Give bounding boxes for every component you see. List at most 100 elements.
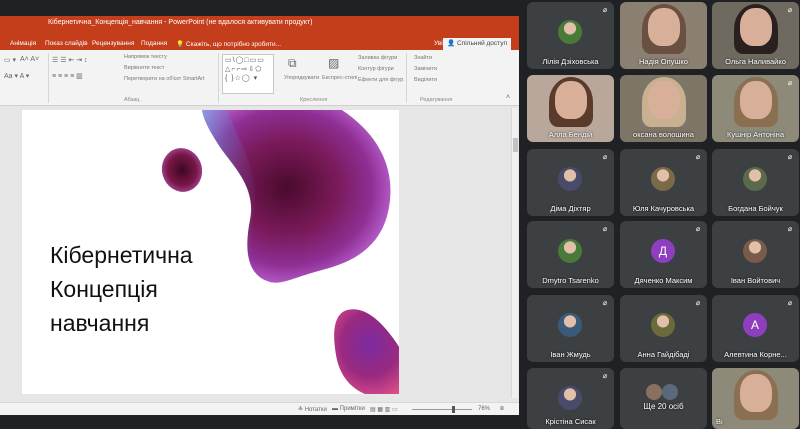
arrange-icon[interactable]: ⧉ bbox=[288, 56, 297, 71]
text-direction-button[interactable]: Напрямок тексту bbox=[124, 54, 167, 60]
mic-off-icon: ⌀ bbox=[787, 80, 793, 87]
status-bar: ≜ Нотатки ▬ Примітки ▤ ▦ ▥ ▭ 76% ⧈ bbox=[0, 402, 519, 415]
shape-effects-button[interactable]: Ефекти для фігур bbox=[358, 77, 403, 83]
mic-off-icon: ⌀ bbox=[695, 154, 701, 161]
participant-tile[interactable]: ⌀ Діма Діхтяр bbox=[527, 149, 614, 216]
participant-name: оксана волошина bbox=[633, 130, 694, 139]
tab-view[interactable]: Подання bbox=[141, 40, 167, 47]
screen: Кібернетична_Концепція_навчання - PowerP… bbox=[0, 0, 800, 429]
participant-tile[interactable]: оксана волошина bbox=[620, 75, 707, 142]
participant-tile[interactable]: Ще 20 осіб bbox=[620, 368, 707, 429]
bullets-icon[interactable]: ☰ ☰ ⇤ ⇥ ↕ bbox=[52, 56, 88, 64]
avatar bbox=[558, 313, 582, 337]
lightbulb-icon: 💡 bbox=[176, 41, 185, 48]
convert-smartart-button[interactable]: Перетворити на об'єкт SmartArt bbox=[124, 76, 205, 82]
participant-tile[interactable]: Алла Бендій bbox=[527, 75, 614, 142]
participant-tile[interactable]: ⌀ Ольга Наливайко bbox=[712, 2, 799, 69]
font-grow-icon[interactable]: A˄ A˅ bbox=[20, 56, 39, 63]
participant-tile[interactable]: Надія Опушко bbox=[620, 2, 707, 69]
participant-tile[interactable]: ⌀ Анна Гайдібаді bbox=[620, 295, 707, 362]
avatar bbox=[558, 167, 582, 191]
zoom-level[interactable]: 76% bbox=[478, 406, 490, 412]
participant-name: Іван Войтович bbox=[730, 276, 781, 285]
zoom-slider[interactable] bbox=[412, 406, 472, 413]
notes-label: Нотатки bbox=[304, 407, 327, 413]
avatar bbox=[743, 167, 767, 191]
participant-name: Кушнір Антоніна bbox=[727, 130, 784, 139]
avatar-letter: А bbox=[743, 313, 767, 337]
avatar-letter: Д bbox=[651, 239, 675, 263]
participant-name: Діма Діхтяр bbox=[550, 204, 591, 213]
mic-off-icon: ⌀ bbox=[787, 226, 793, 233]
replace-button[interactable]: Замінити bbox=[414, 66, 437, 72]
quick-styles-icon[interactable]: ▨ bbox=[328, 56, 339, 70]
avatar bbox=[651, 313, 675, 337]
participant-face bbox=[740, 374, 772, 412]
view-normal-icon[interactable]: ▤ ▦ ▥ ▭ bbox=[370, 406, 398, 413]
font-size-box[interactable]: ▭ ▾ bbox=[4, 56, 16, 64]
quick-styles-button[interactable]: Експрес-стилі bbox=[322, 75, 357, 81]
avatar bbox=[743, 239, 767, 263]
mic-off-icon: ⌀ bbox=[787, 7, 793, 14]
mic-off-icon: ⌀ bbox=[602, 373, 608, 380]
avatar bbox=[558, 20, 582, 44]
person-icon: 👤 bbox=[447, 40, 456, 47]
participant-tile[interactable]: ⌀ Юля Качуровська bbox=[620, 149, 707, 216]
participant-face bbox=[740, 81, 772, 119]
participant-face bbox=[648, 81, 680, 119]
participant-name: Дяченко Максим bbox=[634, 276, 693, 285]
participant-name: Іван Жмудь bbox=[550, 350, 591, 359]
window-title: Кібернетична_Концепція_навчання - PowerP… bbox=[48, 19, 313, 26]
collapse-ribbon-icon[interactable]: ˄ bbox=[506, 94, 510, 101]
participant-name: Ольга Наливайко bbox=[725, 57, 786, 66]
align-icons[interactable]: ≡ ≡ ≡ ≡ ▥ bbox=[52, 72, 83, 80]
participant-tile[interactable]: Д ⌀ Дяченко Максим bbox=[620, 221, 707, 288]
participant-tile[interactable]: ⌀ Богдана Бойчук bbox=[712, 149, 799, 216]
participant-tile[interactable]: ⌀ Dmytro Tsarenko bbox=[527, 221, 614, 288]
notes-button[interactable]: ≜ Нотатки bbox=[298, 406, 327, 413]
participant-tile[interactable]: ⌀ Лілія Дзіховська bbox=[527, 2, 614, 69]
mic-off-icon: ⌀ bbox=[695, 300, 701, 307]
participant-name: Dmytro Tsarenko bbox=[542, 276, 599, 285]
avatar bbox=[558, 386, 582, 410]
avatar bbox=[558, 239, 582, 263]
slide-canvas[interactable]: Кібернетична Концепція навчання bbox=[22, 110, 399, 394]
tab-review[interactable]: Рецензування bbox=[92, 40, 134, 47]
ribbon: ▭ ▾ A˄ A˅ Aa ▾ A ▾ ☰ ☰ ⇤ ⇥ ↕ ≡ ≡ ≡ ≡ ▥ Н… bbox=[0, 50, 519, 106]
comments-button[interactable]: ▬ Примітки bbox=[332, 406, 365, 412]
participant-name: Юля Качуровська bbox=[632, 204, 695, 213]
editing-group-label: Редагування bbox=[420, 97, 453, 103]
select-button[interactable]: Виділити bbox=[414, 77, 437, 83]
tab-slideshow[interactable]: Показ слайдів bbox=[45, 40, 88, 47]
shapes-gallery[interactable]: ▭\◯□▭▭ △⌐⌐⇨⇩⬠{ }☆◯ ▾ bbox=[222, 54, 274, 94]
align-text-button[interactable]: Вирівняти текст bbox=[124, 65, 164, 71]
participant-tile[interactable]: ⌀ Іван Войтович bbox=[712, 221, 799, 288]
participant-tile[interactable]: ⌀ Іван Жмудь bbox=[527, 295, 614, 362]
arrange-button[interactable]: Упорядкувати bbox=[284, 75, 319, 81]
scroll-thumb[interactable] bbox=[513, 138, 518, 152]
shape-fill-button[interactable]: Заливка фігури bbox=[358, 55, 397, 61]
mic-off-icon: ⌀ bbox=[695, 226, 701, 233]
shape-outline-button[interactable]: Контур фігури bbox=[358, 66, 394, 72]
fit-slide-icon[interactable]: ⧈ bbox=[500, 406, 504, 413]
mic-off-icon: ⌀ bbox=[602, 300, 608, 307]
share-button[interactable]: 👤 Спільний доступ bbox=[443, 38, 511, 50]
vertical-scrollbar[interactable] bbox=[511, 108, 518, 398]
avatar bbox=[646, 384, 662, 400]
participant-name: Крістіна Сисак bbox=[545, 417, 596, 426]
find-button[interactable]: Знайти bbox=[414, 55, 432, 61]
participant-name: Ще 20 осіб bbox=[643, 402, 684, 411]
tab-animation[interactable]: Анімація bbox=[10, 40, 36, 47]
font-color-icon[interactable]: Aa ▾ A ▾ bbox=[4, 72, 29, 80]
paragraph-group-label: Абзац bbox=[124, 97, 140, 103]
participant-tile[interactable]: Ві bbox=[712, 368, 799, 429]
powerpoint-window: Кібернетична_Концепція_навчання - PowerP… bbox=[0, 16, 519, 415]
tell-me-box[interactable]: 💡 Скажіть, що потрібно зробити... bbox=[176, 40, 281, 48]
slide-editor: Кібернетична Концепція навчання bbox=[0, 106, 519, 402]
avatar bbox=[651, 167, 675, 191]
zoom-knob[interactable] bbox=[452, 406, 455, 413]
participant-tile[interactable]: А ⌀ Алевтина Корне... bbox=[712, 295, 799, 362]
slide-title[interactable]: Кібернетична Концепція навчання bbox=[50, 238, 193, 340]
participant-tile[interactable]: ⌀ Кушнір Антоніна bbox=[712, 75, 799, 142]
participant-tile[interactable]: ⌀ Крістіна Сисак bbox=[527, 368, 614, 429]
